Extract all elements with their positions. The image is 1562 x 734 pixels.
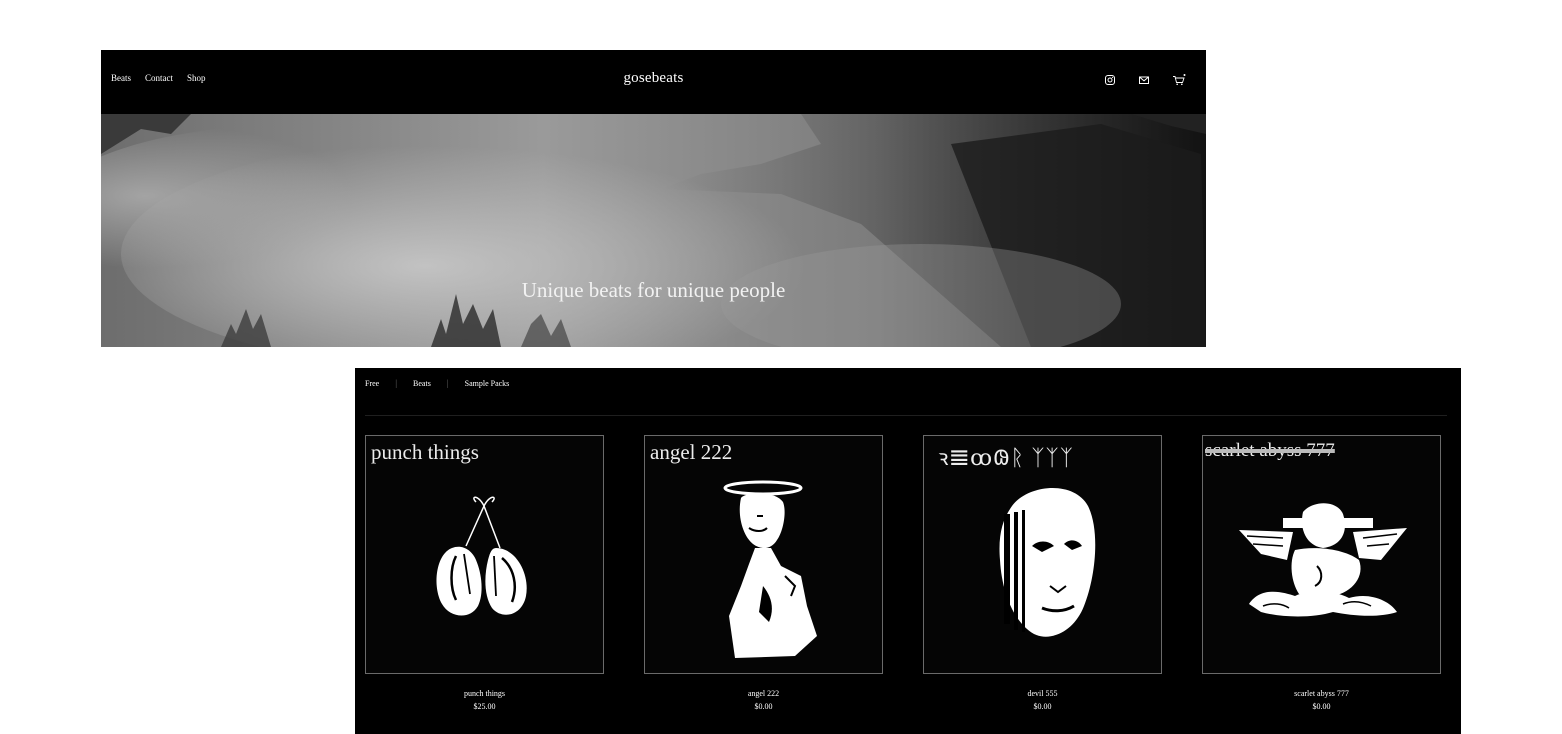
product-cover[interactable]: scarlet abyss 777 — [1202, 435, 1441, 674]
cover-title: ꝛ𝌆ꝏ𐐘ᚱ ᛉᛉᛉ — [938, 445, 1074, 470]
product-cover[interactable]: punch things — [365, 435, 604, 674]
hero-mountain-fog-image — [101, 114, 1206, 347]
filter-separator: | — [446, 378, 449, 388]
product-grid: punch things punch things $25.00 angel 2… — [365, 435, 1441, 711]
product-card-punch-things[interactable]: punch things punch things $25.00 — [365, 435, 604, 711]
cherub-on-clouds-artwork — [1239, 503, 1407, 617]
product-price: $25.00 — [473, 702, 496, 711]
product-cover[interactable]: ꝛ𝌆ꝏ𐐘ᚱ ᛉᛉᛉ — [923, 435, 1162, 674]
site-header: Beats Contact Shop gosebeats — [101, 50, 1206, 114]
cover-title: angel 222 — [650, 440, 733, 464]
product-price: $0.00 — [754, 702, 773, 711]
brand-logo[interactable]: gosebeats — [101, 70, 1206, 87]
site-top-section: Beats Contact Shop gosebeats Unique beat… — [101, 50, 1206, 347]
shop-section: Free | Beats | Sample Packs punch things — [355, 368, 1461, 734]
product-name[interactable]: angel 222 — [644, 689, 883, 698]
filter-sample-packs[interactable]: Sample Packs — [465, 379, 510, 388]
product-price: $0.00 — [1312, 702, 1331, 711]
product-name[interactable]: devil 555 — [923, 689, 1162, 698]
product-card-angel-222[interactable]: angel 222 angel 222 $0.00 — [644, 435, 883, 711]
statue-with-halo-artwork — [723, 480, 817, 658]
product-card-devil-555[interactable]: ꝛ𝌆ꝏ𐐘ᚱ ᛉᛉᛉ devil 555 $0.00 — [923, 435, 1162, 711]
product-name[interactable]: punch things — [365, 689, 604, 698]
cover-title: punch things — [371, 440, 479, 464]
cover-title: scarlet abyss 777 — [1205, 440, 1335, 461]
cart-icon[interactable] — [1172, 73, 1186, 86]
instagram-icon[interactable] — [1104, 73, 1116, 85]
hero-tagline: Unique beats for unique people — [521, 278, 786, 302]
boxing-gloves-artwork — [436, 496, 527, 616]
product-price: $0.00 — [1033, 702, 1052, 711]
header-icons — [1104, 73, 1186, 86]
divider — [365, 415, 1447, 416]
filter-separator: | — [395, 378, 398, 388]
hero-banner: Unique beats for unique people — [101, 114, 1206, 347]
category-filters: Free | Beats | Sample Packs — [365, 378, 509, 388]
filter-beats[interactable]: Beats — [413, 379, 431, 388]
product-cover[interactable]: angel 222 — [644, 435, 883, 674]
filter-free[interactable]: Free — [365, 379, 379, 388]
product-name[interactable]: scarlet abyss 777 — [1202, 689, 1441, 698]
product-card-scarlet-abyss-777[interactable]: scarlet abyss 777 scarlet abyss 777 $0.0… — [1202, 435, 1441, 711]
mail-icon[interactable] — [1138, 73, 1150, 85]
